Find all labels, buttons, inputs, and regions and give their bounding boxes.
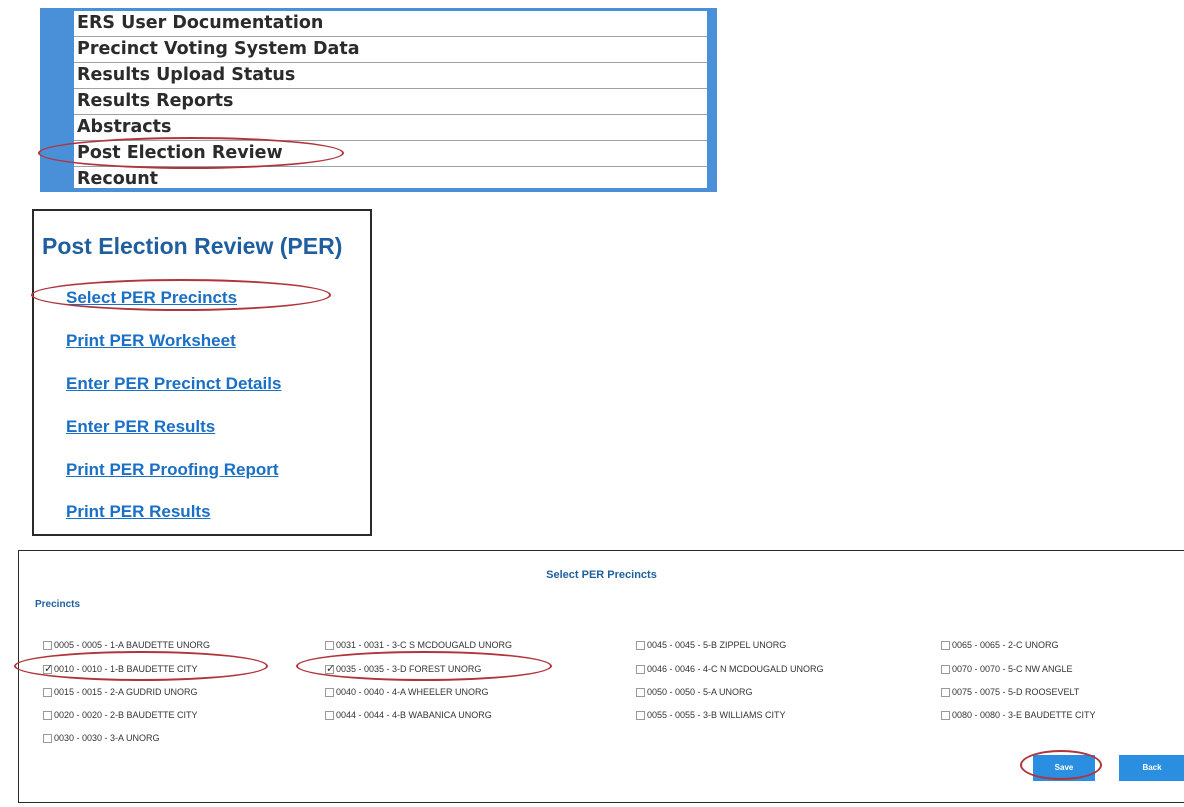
precinct-checkbox-0031[interactable]: 0031 - 0031 - 3-C S MCDOUGALD UNORG [325,640,512,650]
precinct-label: 0065 - 0065 - 2-C UNORG [952,640,1059,650]
menu-item-ers-user-documentation[interactable]: ERS User Documentation [74,11,707,37]
link-print-per-proofing-report[interactable]: Print PER Proofing Report [66,460,279,480]
checkbox[interactable] [325,687,334,697]
checkbox[interactable] [325,640,334,650]
precinct-checkbox-0010[interactable]: 0010 - 0010 - 1-B BAUDETTE CITY [43,662,198,675]
checkbox[interactable] [636,687,645,697]
precinct-label: 0035 - 0035 - 3-D FOREST UNORG [336,664,482,674]
menu-item-abstracts[interactable]: Abstracts [74,115,707,141]
link-select-per-precincts[interactable]: Select PER Precincts [66,288,237,308]
precinct-label: 0040 - 0040 - 4-A WHEELER UNORG [336,687,489,697]
precinct-label: 0020 - 0020 - 2-B BAUDETTE CITY [54,710,198,720]
select-precincts-panel: Select PER Precincts Precincts 0005 - 00… [18,550,1184,803]
precinct-label: 0015 - 0015 - 2-A GUDRID UNORG [54,687,198,697]
precinct-checkbox-0070[interactable]: 0070 - 0070 - 5-C NW ANGLE [941,664,1073,674]
navigation-menu-list: ERS User Documentation Precinct Voting S… [74,11,707,189]
link-enter-per-precinct-details[interactable]: Enter PER Precinct Details [66,374,281,394]
back-button[interactable]: Back [1119,755,1184,781]
precinct-label: 0005 - 0005 - 1-A BAUDETTE UNORG [54,640,211,650]
per-menu-panel: Post Election Review (PER) Select PER Pr… [32,209,372,536]
precinct-label: 0075 - 0075 - 5-D ROOSEVELT [952,687,1080,697]
precinct-label: 0010 - 0010 - 1-B BAUDETTE CITY [54,664,198,674]
precinct-checkbox-0055[interactable]: 0055 - 0055 - 3-B WILLIAMS CITY [636,710,786,720]
menu-item-recount[interactable]: Recount [74,167,707,192]
precinct-checkbox-0015[interactable]: 0015 - 0015 - 2-A GUDRID UNORG [43,687,198,697]
precinct-checkbox-0030[interactable]: 0030 - 0030 - 3-A UNORG [43,733,160,743]
precinct-label: 0070 - 0070 - 5-C NW ANGLE [952,664,1073,674]
precinct-label: 0044 - 0044 - 4-B WABANICA UNORG [336,710,492,720]
checkbox[interactable] [43,640,52,650]
precinct-label: 0080 - 0080 - 3-E BAUDETTE CITY [952,710,1096,720]
checkbox[interactable] [941,664,950,674]
precinct-checkbox-0075[interactable]: 0075 - 0075 - 5-D ROOSEVELT [941,687,1079,697]
checkbox[interactable] [941,687,950,697]
save-button[interactable]: Save [1033,755,1095,781]
checkbox[interactable] [941,640,950,650]
precinct-checkbox-0046[interactable]: 0046 - 0046 - 4-C N MCDOUGALD UNORG [636,664,824,674]
precinct-checkbox-0044[interactable]: 0044 - 0044 - 4-B WABANICA UNORG [325,710,492,720]
checkbox[interactable] [636,664,645,674]
link-print-per-results[interactable]: Print PER Results [66,502,211,522]
checkbox[interactable] [636,640,645,650]
precinct-checkbox-0065[interactable]: 0065 - 0065 - 2-C UNORG [941,640,1059,650]
per-panel-title: Post Election Review (PER) [42,233,343,259]
precinct-checkbox-0050[interactable]: 0050 - 0050 - 5-A UNORG [636,687,753,697]
checkbox-checked[interactable] [43,662,53,675]
checkbox[interactable] [941,710,950,720]
checkbox[interactable] [43,710,52,720]
precinct-checkbox-0020[interactable]: 0020 - 0020 - 2-B BAUDETTE CITY [43,710,198,720]
precincts-section-label: Precincts [35,599,81,610]
menu-item-precinct-voting-system-data[interactable]: Precinct Voting System Data [74,37,707,63]
precinct-label: 0030 - 0030 - 3-A UNORG [54,733,160,743]
precinct-checkbox-0040[interactable]: 0040 - 0040 - 4-A WHEELER UNORG [325,687,489,697]
precinct-label: 0046 - 0046 - 4-C N MCDOUGALD UNORG [647,664,824,674]
select-precincts-title: Select PER Precincts [546,569,657,581]
checkbox[interactable] [636,710,645,720]
precinct-label: 0031 - 0031 - 3-C S MCDOUGALD UNORG [336,640,513,650]
menu-item-results-reports[interactable]: Results Reports [74,89,707,115]
menu-item-results-upload-status[interactable]: Results Upload Status [74,63,707,89]
link-print-per-worksheet[interactable]: Print PER Worksheet [66,331,236,351]
precinct-label: 0055 - 0055 - 3-B WILLIAMS CITY [647,710,786,720]
precinct-checkbox-0005[interactable]: 0005 - 0005 - 1-A BAUDETTE UNORG [43,640,210,650]
checkbox[interactable] [43,687,52,697]
checkbox-checked[interactable] [325,662,335,675]
precinct-checkbox-0045[interactable]: 0045 - 0045 - 5-B ZIPPEL UNORG [636,640,786,650]
precinct-label: 0045 - 0045 - 5-B ZIPPEL UNORG [647,640,787,650]
link-enter-per-results[interactable]: Enter PER Results [66,417,215,437]
checkbox[interactable] [43,733,52,743]
precinct-label: 0050 - 0050 - 5-A UNORG [647,687,753,697]
checkbox[interactable] [325,710,334,720]
precinct-checkbox-0035[interactable]: 0035 - 0035 - 3-D FOREST UNORG [325,662,482,675]
precinct-checkbox-0080[interactable]: 0080 - 0080 - 3-E BAUDETTE CITY [941,710,1096,720]
menu-item-post-election-review[interactable]: Post Election Review [74,141,707,167]
navigation-menu: ERS User Documentation Precinct Voting S… [40,8,717,192]
